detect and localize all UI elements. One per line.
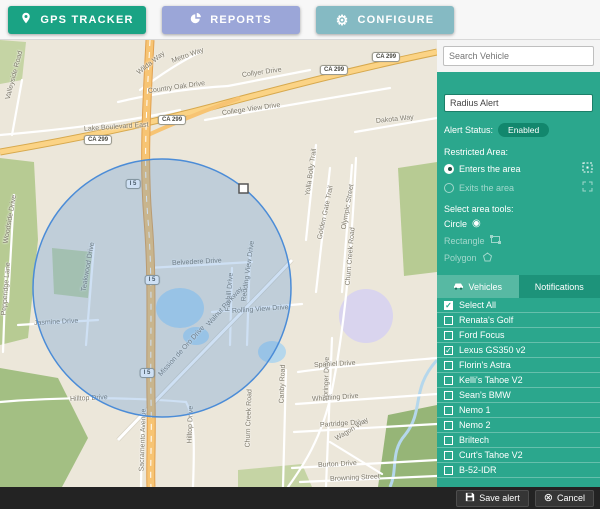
- vehicle-checkbox[interactable]: [444, 406, 453, 415]
- vehicle-row[interactable]: Florin's Astra: [437, 358, 600, 373]
- configure-label: CONFIGURE: [357, 14, 434, 26]
- vehicle-checkbox[interactable]: [444, 376, 453, 385]
- gps-tracker-label: GPS TRACKER: [40, 14, 133, 26]
- select-all-row[interactable]: ✓ Select All: [437, 298, 600, 313]
- vehicle-checkbox[interactable]: [444, 361, 453, 370]
- vehicle-row[interactable]: Kelli's Tahoe V2: [437, 373, 600, 388]
- vehicle-label: Nemo 1: [459, 405, 491, 415]
- cancel-button[interactable]: ⊗ Cancel: [535, 490, 594, 507]
- vehicle-checkbox[interactable]: [444, 451, 453, 460]
- polygon-tool-icon: [482, 252, 493, 264]
- vehicle-checkbox[interactable]: [444, 316, 453, 325]
- vehicle-label: Kelli's Tahoe V2: [459, 375, 523, 385]
- bottom-action-bar: Save alert ⊗ Cancel: [0, 487, 600, 509]
- tool-circle-label: Circle: [444, 219, 467, 229]
- gps-tracker-button[interactable]: GPS TRACKER: [8, 6, 146, 34]
- vehicle-row[interactable]: Sean's BMW: [437, 388, 600, 403]
- vehicle-label: Nemo 2: [459, 420, 491, 430]
- search-bar: [437, 40, 600, 72]
- top-toolbar: GPS TRACKER REPORTS ⚙ CONFIGURE: [0, 0, 600, 40]
- alert-panel: Alert Status: Enabled Restricted Area: E…: [437, 72, 600, 487]
- vehicle-label: B-52-IDR: [459, 465, 497, 475]
- gear-icon: ⚙: [336, 13, 350, 27]
- vehicle-label: Curt's Tahoe V2: [459, 450, 523, 460]
- vehicle-row[interactable]: Ford Focus: [437, 328, 600, 343]
- vehicle-checkbox[interactable]: [444, 391, 453, 400]
- tab-notifications-label: Notifications: [535, 282, 584, 292]
- vehicle-checkbox[interactable]: ✓: [444, 346, 453, 355]
- vehicle-label: Sean's BMW: [459, 390, 511, 400]
- alert-sidebar: Alert Status: Enabled Restricted Area: E…: [437, 40, 600, 487]
- select-all-label: Select All: [459, 300, 496, 310]
- vehicle-row[interactable]: Nemo 1: [437, 403, 600, 418]
- tab-notifications[interactable]: Notifications: [519, 275, 600, 298]
- sidebar-tabs: Vehicles Notifications: [437, 275, 600, 298]
- vehicle-row[interactable]: Renata's Golf: [437, 313, 600, 328]
- vehicle-checkbox[interactable]: [444, 466, 453, 475]
- tab-vehicles[interactable]: Vehicles: [437, 275, 519, 298]
- alert-name-input[interactable]: [444, 94, 593, 112]
- save-alert-label: Save alert: [479, 493, 520, 503]
- enters-area-option[interactable]: Enters the area: [444, 162, 593, 175]
- vehicle-checkbox[interactable]: [444, 436, 453, 445]
- reports-label: REPORTS: [210, 14, 272, 26]
- tool-polygon-label: Polygon: [444, 253, 477, 263]
- vehicle-label: Florin's Astra: [459, 360, 511, 370]
- vehicle-checkbox[interactable]: [444, 421, 453, 430]
- cancel-x-icon: ⊗: [544, 493, 553, 504]
- reports-button[interactable]: REPORTS: [162, 6, 300, 34]
- map-canvas[interactable]: Valleyside RoadWilda WayMetro WayCountry…: [0, 40, 437, 487]
- save-disk-icon: [465, 492, 475, 504]
- vehicle-row[interactable]: Briltech: [437, 433, 600, 448]
- save-alert-button[interactable]: Save alert: [456, 490, 529, 507]
- vehicle-checkbox[interactable]: [444, 331, 453, 340]
- vehicle-list: ✓ Select All Renata's Golf Ford Focus ✓ Lex…: [437, 298, 600, 487]
- vehicle-label: Briltech: [459, 435, 489, 445]
- exits-area-label: Exits the area: [459, 183, 514, 193]
- alert-status-label: Alert Status:: [444, 125, 493, 135]
- marquee-select-icon: [582, 162, 593, 175]
- configure-button[interactable]: ⚙ CONFIGURE: [316, 6, 454, 34]
- exits-area-option[interactable]: Exits the area: [444, 181, 593, 194]
- tool-rectangle-label: Rectangle: [444, 236, 485, 246]
- tool-polygon[interactable]: Polygon: [444, 252, 593, 264]
- tab-vehicles-label: Vehicles: [468, 282, 502, 292]
- exits-area-radio[interactable]: [444, 183, 454, 193]
- vehicle-row[interactable]: B-52-IDR: [437, 463, 600, 478]
- area-tools-label: Select area tools:: [444, 204, 593, 214]
- expand-arrows-icon: [582, 181, 593, 194]
- map-base-layer: [0, 40, 437, 487]
- pie-chart-icon: [190, 12, 202, 27]
- rectangle-tool-icon: [490, 235, 501, 246]
- vehicle-label: Ford Focus: [459, 330, 505, 340]
- location-pin-icon: [20, 12, 32, 27]
- vehicle-row[interactable]: Curt's Tahoe V2: [437, 448, 600, 463]
- search-vehicle-input[interactable]: [443, 46, 594, 66]
- select-all-checkbox[interactable]: ✓: [444, 301, 453, 310]
- restricted-area-label: Restricted Area:: [444, 147, 593, 157]
- vehicle-label: Lexus GS350 v2: [459, 345, 526, 355]
- enters-area-label: Enters the area: [459, 164, 521, 174]
- circle-tool-icon: ◉: [472, 219, 481, 229]
- vehicle-row[interactable]: Nemo 2: [437, 418, 600, 433]
- cancel-label: Cancel: [557, 493, 585, 503]
- alert-status-toggle[interactable]: Enabled: [498, 123, 549, 137]
- vehicle-row[interactable]: ✓ Lexus GS350 v2: [437, 343, 600, 358]
- tool-rectangle[interactable]: Rectangle: [444, 235, 593, 246]
- tool-circle[interactable]: Circle ◉: [444, 219, 593, 229]
- vehicle-label: Renata's Golf: [459, 315, 513, 325]
- vehicle-icon: [453, 281, 464, 292]
- enters-area-radio[interactable]: [444, 164, 454, 174]
